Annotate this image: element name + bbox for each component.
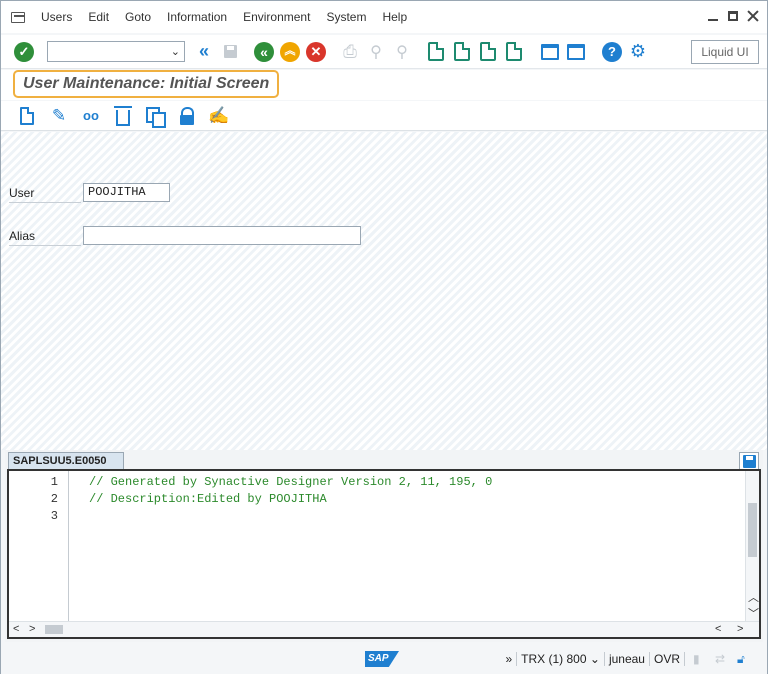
scroll-left-icon[interactable]: < (715, 623, 721, 635)
back-nav-icon[interactable]: « (193, 41, 215, 63)
line-number: 2 (50, 492, 58, 506)
cancel-icon[interactable]: ✕ (305, 41, 327, 63)
scroll-right-icon[interactable]: > (29, 623, 35, 635)
line-number: 3 (50, 509, 58, 523)
title-bar: User Maintenance: Initial Screen (1, 70, 767, 100)
liquid-ui-button[interactable]: Liquid UI (691, 40, 759, 64)
user-field[interactable]: POOJITHA (83, 183, 170, 202)
minimize-icon[interactable] (707, 10, 719, 22)
save-icon (742, 454, 756, 468)
status-bar: SAP » TRX (1) 800 ⌄ juneau OVR ▮ ⇄ 🔓︎ (1, 644, 767, 674)
create-session-icon[interactable] (539, 41, 561, 63)
previous-page-icon[interactable] (451, 41, 473, 63)
code-line[interactable]: // Generated by Synactive Designer Versi… (89, 475, 492, 489)
menu-information[interactable]: Information (159, 1, 235, 33)
last-page-icon[interactable] (503, 41, 525, 63)
scroll-thumb[interactable] (748, 503, 757, 557)
scroll-right-icon[interactable]: > (737, 623, 743, 635)
transfer-icon[interactable]: ⇄ (715, 652, 729, 666)
command-field[interactable]: ⌄ (47, 41, 185, 62)
save-icon[interactable] (219, 41, 241, 63)
change-documents-icon[interactable]: ✍ (207, 104, 231, 128)
menu-edit[interactable]: Edit (80, 1, 117, 33)
line-number-gutter: 1 2 3 (9, 471, 69, 621)
sap-window: Users Edit Goto Information Environment … (0, 0, 768, 674)
status-expand-button[interactable]: » (501, 652, 516, 666)
change-icon[interactable]: ✎ (47, 104, 71, 128)
customize-layout-icon[interactable]: ⚙ (627, 41, 649, 63)
sap-logo: SAP (365, 651, 399, 667)
editor-tab[interactable]: SAPLSUU5.E0050 (8, 452, 124, 470)
alias-field[interactable] (83, 226, 361, 245)
script-editor: SAPLSUU5.E0050 1 2 3 // Generated by Syn… (5, 450, 763, 642)
code-line[interactable]: // Description:Edited by POOJITHA (89, 492, 327, 506)
scroll-thumb[interactable] (45, 625, 63, 634)
alias-label: Alias (9, 229, 81, 246)
app-menu-icon[interactable] (11, 11, 27, 23)
status-icons: ▮ ⇄ 🔓︎ (684, 652, 759, 666)
chevron-down-icon[interactable]: ⌄ (590, 652, 600, 666)
standard-toolbar: ✓ ⌄ « « ︽ ✕ ⎙ ⚲ ⚲ ? ⚙ Liquid UI (1, 35, 767, 69)
system-info-text: TRX (1) 800 (521, 652, 587, 666)
line-number: 1 (50, 475, 58, 489)
lock-unlock-icon[interactable] (175, 104, 199, 128)
code-area[interactable]: 1 2 3 // Generated by Synactive Designer… (7, 469, 761, 639)
shortcut-icon[interactable] (565, 41, 587, 63)
system-info[interactable]: TRX (1) 800 ⌄ (516, 652, 604, 666)
help-icon[interactable]: ? (601, 41, 623, 63)
enter-icon[interactable]: ✓ (13, 41, 35, 63)
user-label: User (9, 186, 81, 203)
display-icon[interactable]: oo (79, 104, 103, 128)
exit-icon[interactable]: ︽ (279, 41, 301, 63)
horizontal-scrollbar[interactable]: < > < > (9, 621, 759, 637)
server-name: juneau (603, 652, 649, 666)
print-icon[interactable]: ⎙ (339, 41, 361, 63)
lock-icon[interactable]: 🔓︎ (737, 652, 751, 666)
scroll-down-icon[interactable]: ﹀ (748, 605, 759, 621)
menu-goto[interactable]: Goto (117, 1, 159, 33)
find-icon[interactable]: ⚲ (365, 41, 387, 63)
create-icon[interactable] (15, 104, 39, 128)
next-page-icon[interactable] (477, 41, 499, 63)
find-next-icon[interactable]: ⚲ (391, 41, 413, 63)
window-controls (707, 10, 759, 22)
save-script-button[interactable] (739, 452, 759, 470)
delete-icon[interactable] (111, 104, 135, 128)
first-page-icon[interactable] (425, 41, 447, 63)
scroll-left-icon[interactable]: < (13, 623, 19, 635)
menu-help[interactable]: Help (374, 1, 415, 33)
menu-environment[interactable]: Environment (235, 1, 318, 33)
chevron-down-icon[interactable]: ⌄ (171, 45, 180, 58)
scroll-up-icon[interactable]: ︿ (748, 589, 759, 605)
maximize-icon[interactable] (727, 10, 739, 22)
performance-icon[interactable]: ▮ (693, 652, 707, 666)
copy-icon[interactable] (143, 104, 167, 128)
main-screen: User POOJITHA Alias (1, 132, 767, 450)
close-window-icon[interactable] (747, 10, 759, 22)
application-toolbar: ✎ oo ✍ (1, 101, 767, 131)
page-title: User Maintenance: Initial Screen (13, 70, 280, 98)
menu-bar: Users Edit Goto Information Environment … (1, 1, 767, 33)
vertical-scrollbar[interactable]: ︿ ﹀ (745, 471, 759, 621)
menu-system[interactable]: System (318, 1, 374, 33)
menu-users[interactable]: Users (33, 1, 80, 33)
back-icon[interactable]: « (253, 41, 275, 63)
insert-mode[interactable]: OVR (648, 652, 684, 666)
